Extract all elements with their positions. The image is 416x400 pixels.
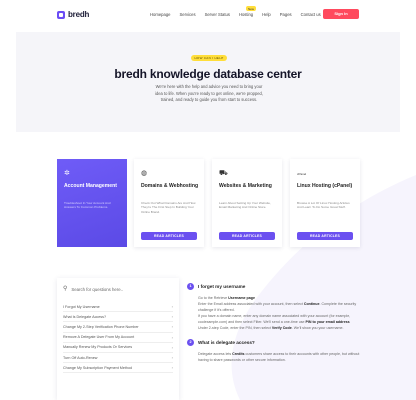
logo[interactable]: bredh: [57, 10, 89, 19]
card-title: Linux Hosting (cPanel): [297, 183, 353, 189]
answer-number: 1: [187, 283, 194, 290]
answer-text: Go to the Retrieve: [198, 296, 229, 300]
nav-services[interactable]: Services: [180, 12, 196, 17]
card-description: Browse A Lot Of Linux Hosting Articles A…: [297, 201, 350, 210]
question-label: Manually Renew My Products Or Services: [63, 345, 133, 350]
logo-text: bredh: [68, 10, 90, 19]
answer-emphasis: PIN to your email address: [305, 319, 350, 324]
chevron-right-icon: ›: [171, 365, 173, 371]
faq-question-list: ⚲ I Forgot My Username › What Is Delegate…: [57, 278, 179, 400]
nav-pages[interactable]: Pages: [280, 12, 292, 17]
card-description: Learn About Setting Up Your Website, Ema…: [219, 201, 271, 210]
search-bar: ⚲: [63, 284, 173, 294]
card-title: Domains & Webhosting: [141, 183, 199, 189]
question-label: Change My Subscription Payment Method: [63, 365, 133, 370]
answer-text: . We'll show you your username.: [291, 325, 344, 330]
search-icon: ⚲: [63, 286, 68, 292]
read-articles-button[interactable]: READ ARTICLES: [219, 232, 275, 240]
card-title: Account Management: [64, 183, 117, 189]
card-title: Websites & Marketing: [219, 183, 272, 189]
sign-in-button[interactable]: Sign In: [323, 9, 359, 19]
category-cards: ✲ Account Management Troubleshoot In You…: [57, 159, 360, 247]
answer-title: I forget my username: [198, 284, 246, 289]
answer-body: Go to the Retrieve Username page Enter t…: [187, 283, 362, 331]
question-label: What Is Delegate Access?: [63, 314, 107, 319]
cart-icon: ⛟: [219, 170, 228, 177]
search-input[interactable]: [71, 286, 167, 292]
chevron-right-icon: ›: [171, 355, 173, 361]
question-item[interactable]: Turn Off Auto-Renew ›: [63, 353, 173, 364]
card-websites-marketing[interactable]: ⛟ Websites & Marketing Learn About Setti…: [212, 159, 282, 247]
nav-contact[interactable]: Contact us: [301, 12, 321, 17]
hero-subtitle: We're here with the help and advice you …: [155, 84, 263, 103]
question-item[interactable]: Manually Renew My Products Or Services ›: [63, 343, 173, 353]
question-item[interactable]: Remove A Delegate User From My Account ›: [63, 333, 173, 343]
answer-text: Under 2-step Code, enter the PIN, then s…: [198, 325, 272, 330]
question-label: Remove A Delegate User From My Account: [63, 335, 135, 340]
hero-tag: HOW CAN I HELP: [191, 55, 227, 61]
cpanel-icon: cPanel: [297, 172, 307, 176]
new-badge: New: [245, 6, 256, 11]
answer-text: Enter the Email address associated with …: [198, 301, 304, 306]
answer-block: 2 What is delegate access? Delegate acce…: [187, 339, 362, 364]
card-domains-webhosting[interactable]: ◍ Domains & Webhosting Check Out What Do…: [134, 159, 204, 247]
answer-title: What is delegate access?: [198, 340, 255, 346]
question-item[interactable]: Change My 2-Step Verification Phone Numb…: [63, 322, 173, 333]
main-nav: Homepage Services Server Status Hosting …: [150, 6, 321, 17]
nav-hosting-label: Hosting: [238, 12, 254, 17]
nav-hosting[interactable]: Hosting New: [238, 6, 256, 17]
chevron-right-icon: ›: [171, 334, 173, 340]
question-label: Turn Off Auto-Renew: [63, 355, 98, 360]
chevron-right-icon: ›: [171, 314, 173, 320]
question-item[interactable]: I Forgot My Username ›: [63, 302, 173, 313]
chevron-right-icon: ›: [171, 324, 173, 330]
read-articles-button[interactable]: READ ARTICLES: [297, 232, 353, 240]
hero-section: HOW CAN I HELP bredh knowledge database …: [16, 32, 400, 132]
logo-icon: [57, 10, 65, 19]
answer-block: 1 I forget my username Go to the Retriev…: [187, 283, 362, 331]
question-item[interactable]: Change My Subscription Payment Method ›: [63, 363, 173, 374]
chevron-right-icon: ›: [171, 304, 173, 310]
gear-icon: ✲: [64, 170, 70, 177]
card-description: Check Out What Domains Are And How They'…: [141, 201, 196, 214]
answer-emphasis: Verify Code: [271, 325, 292, 330]
page-title: bredh knowledge database center: [114, 67, 302, 81]
read-articles-button[interactable]: READ ARTICLES: [141, 232, 197, 240]
question-label: Change My 2-Step Verification Phone Numb…: [63, 324, 139, 329]
card-description: Troubleshoot In Your Account And Answers…: [64, 201, 111, 210]
answer-link[interactable]: Username page: [228, 296, 255, 300]
chevron-right-icon: ›: [171, 344, 173, 350]
question-item[interactable]: What Is Delegate Access? ›: [63, 312, 173, 323]
answer-emphasis: Continue: [303, 301, 320, 306]
card-account-management[interactable]: ✲ Account Management Troubleshoot In You…: [57, 159, 127, 247]
answer-emphasis: Credits: [232, 352, 245, 357]
nav-help[interactable]: Help: [262, 12, 271, 17]
card-linux-hosting[interactable]: cPanel Linux Hosting (cPanel) Browse A L…: [290, 159, 360, 247]
question-label: I Forgot My Username: [63, 304, 100, 309]
faq-answers: 1 I forget my username Go to the Retriev…: [187, 283, 362, 372]
nav-server-status[interactable]: Server Status: [205, 12, 230, 17]
nav-homepage[interactable]: Homepage: [150, 12, 171, 17]
site-header: bredh Homepage Services Server Status Ho…: [0, 0, 416, 28]
answer-text: Delegate access lets: [198, 352, 233, 357]
globe-icon: ◍: [141, 170, 148, 177]
question-list: I Forgot My Username › What Is Delegate A…: [63, 302, 173, 374]
